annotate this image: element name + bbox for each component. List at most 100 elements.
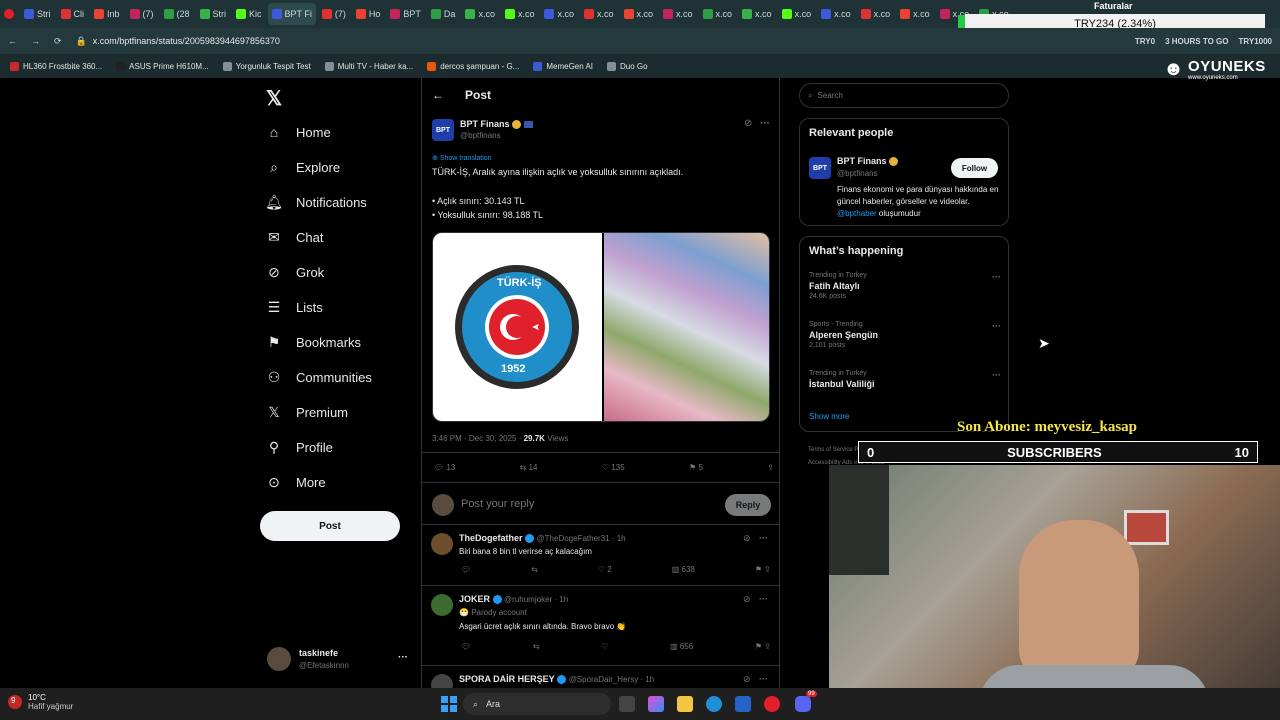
reload-icon[interactable]: ⟳ (54, 36, 62, 47)
bookmark-item[interactable]: Duo Go (607, 61, 648, 71)
author-avatar[interactable]: BPT (432, 119, 454, 141)
browser-tab[interactable]: Kic (232, 3, 266, 25)
browser-tab[interactable]: x.co (857, 3, 895, 25)
browser-tab[interactable]: x.co (817, 3, 855, 25)
author-handle[interactable]: @bptfinans (460, 131, 501, 140)
follow-button[interactable]: Follow (951, 158, 998, 178)
ext-label[interactable]: TRY1000 (1239, 37, 1273, 46)
x-logo-icon[interactable]: 𝕏 (266, 86, 282, 111)
nav-explore[interactable]: ⌕ Explore (266, 155, 340, 179)
browser-tab[interactable]: Da (427, 3, 460, 25)
opera-logo-icon[interactable] (0, 3, 20, 25)
reply-item[interactable]: SPORA DAİR HERŞEY @SporaDair_Hersy · 1h … (421, 665, 780, 696)
copilot-icon[interactable] (648, 696, 664, 712)
rp-bio-mention[interactable]: @bpthaber (837, 209, 877, 218)
browser-tab[interactable]: x.co (580, 3, 618, 25)
discord-icon[interactable] (795, 696, 811, 712)
trend-item[interactable]: Sports · Trending Alperen Şengün 2,101 p… (809, 321, 1001, 349)
reply-handle[interactable]: @SporaDair_Hersy · 1h (569, 675, 654, 684)
trend-more-icon[interactable]: ··· (992, 272, 1001, 282)
nav-more[interactable]: ⊙ More (266, 470, 326, 494)
like-action[interactable]: ♡ 2 (598, 565, 612, 574)
grok-icon[interactable]: ⊘ (743, 594, 751, 605)
browser-tab[interactable]: Stri (196, 3, 231, 25)
nav-lists[interactable]: ☰ Lists (266, 295, 323, 319)
post-button[interactable]: Post (260, 511, 400, 541)
browser-tab[interactable]: x.co (659, 3, 697, 25)
reply-item[interactable]: JOKER @ruhumjoker · 1h ⊘ ··· 😷 Parody ac… (421, 585, 780, 665)
back-arrow-icon[interactable]: ← (432, 88, 444, 102)
views-action[interactable]: ▥ 638 (672, 565, 695, 574)
avatar[interactable] (267, 647, 291, 671)
bookmark-icon[interactable]: ⚑ ⇪ (755, 642, 771, 651)
nav-bookmarks[interactable]: ⚑ Bookmarks (266, 330, 361, 354)
ext-label[interactable]: 3 HOURS TO GO (1165, 37, 1228, 46)
trend-item[interactable]: Trending in Turkey Fatih Altaylı 24.6K p… (809, 272, 1001, 300)
browser-tab[interactable]: x.co (540, 3, 578, 25)
reply-input[interactable]: Post your reply (461, 498, 534, 510)
banknotes-image[interactable] (602, 233, 769, 421)
bookmark-item[interactable]: MemeGen AI (533, 61, 593, 71)
grok-icon[interactable]: ⊘ (743, 674, 751, 685)
reply-avatar[interactable] (431, 533, 453, 555)
search-input[interactable]: ⌕ Search (799, 83, 1009, 108)
grok-icon[interactable]: ⊘ (743, 533, 751, 544)
task-view-icon[interactable] (619, 696, 635, 712)
nav-communities[interactable]: ⚇ Communities (266, 365, 372, 389)
edge-icon[interactable] (706, 696, 722, 712)
store-icon[interactable] (735, 696, 751, 712)
reply-handle[interactable]: @TheDogeFather31 · 1h (537, 534, 626, 543)
repost-action[interactable]: ⇆ (531, 565, 538, 574)
nav-profile[interactable]: ⚲ Profile (266, 435, 333, 459)
like-action[interactable]: ♡ 135 (602, 463, 625, 472)
nav-notifications[interactable]: 🔔︎ Notifications (265, 190, 367, 214)
reply-author[interactable]: TheDogefather (459, 533, 523, 543)
browser-tab[interactable]: x.co (699, 3, 737, 25)
taskbar-search[interactable]: ⌕ Ara (463, 693, 611, 715)
browser-tab[interactable]: BPT (386, 3, 425, 25)
rp-handle[interactable]: @bptfinans (837, 169, 878, 178)
rp-name-row[interactable]: BPT Finans (837, 156, 899, 167)
bookmark-item[interactable]: Multi TV - Haber ka... (324, 61, 413, 71)
author-name-row[interactable]: BPT Finans (460, 119, 533, 130)
reply-icon[interactable]: 💬︎ (461, 565, 471, 574)
forward-arrow-icon[interactable]: → (31, 36, 40, 46)
grok-icon[interactable]: ⊘ (744, 118, 752, 129)
account-more-icon[interactable]: ··· (398, 652, 408, 663)
show-translation-link[interactable]: ⊕ Show translation (432, 154, 492, 162)
trend-item[interactable]: Trending in Turkey İstanbul Valiliği ··· (809, 370, 1001, 391)
browser-tab[interactable]: x.co (738, 3, 776, 25)
post-media[interactable]: TÜRK-İŞ 1952 (432, 232, 770, 422)
rp-avatar[interactable]: BPT (809, 157, 831, 179)
bookmark-icon[interactable]: ⚑ ⇪ (755, 565, 771, 574)
browser-tab[interactable]: Stri (20, 3, 55, 25)
browser-tab[interactable]: Ho (352, 3, 385, 25)
bookmark-action[interactable]: ⚑ 5 (689, 463, 703, 472)
browser-tab[interactable]: (7) (126, 3, 158, 25)
bookmark-item[interactable]: Yorgunluk Tespit Test (222, 61, 311, 71)
views-action[interactable]: ▥ 656 (670, 642, 693, 651)
nav-home[interactable]: ⌂ Home (266, 120, 331, 144)
browser-tab[interactable]: x.co (501, 3, 539, 25)
reply-author[interactable]: JOKER (459, 594, 490, 604)
back-arrow-icon[interactable]: ← (8, 36, 17, 46)
more-icon[interactable]: ··· (760, 118, 770, 129)
like-action[interactable]: ♡ (601, 642, 608, 651)
nav-premium[interactable]: 𝕏 Premium (266, 400, 348, 424)
post-timestamp[interactable]: 3:46 PM · Dec 30, 2025 · (432, 434, 524, 443)
opera-icon[interactable] (764, 696, 780, 712)
browser-tab[interactable]: x.co (620, 3, 658, 25)
repost-action[interactable]: ⇆ (533, 642, 540, 651)
reply-author[interactable]: SPORA DAİR HERŞEY (459, 674, 555, 684)
browser-tab[interactable]: Cli (57, 3, 89, 25)
browser-tab[interactable]: Inb (90, 3, 124, 25)
ext-label[interactable]: TRY0 (1135, 37, 1155, 46)
reply-avatar[interactable] (431, 594, 453, 616)
browser-tab[interactable]: x.co (778, 3, 816, 25)
browser-tab[interactable]: (28 (160, 3, 194, 25)
trend-more-icon[interactable]: ··· (992, 321, 1001, 331)
file-explorer-icon[interactable] (677, 696, 693, 712)
reply-handle[interactable]: @ruhumjoker · 1h (504, 595, 568, 604)
share-icon[interactable]: ⇪ (767, 463, 774, 472)
browser-tab[interactable]: BPT Fi (267, 3, 316, 25)
